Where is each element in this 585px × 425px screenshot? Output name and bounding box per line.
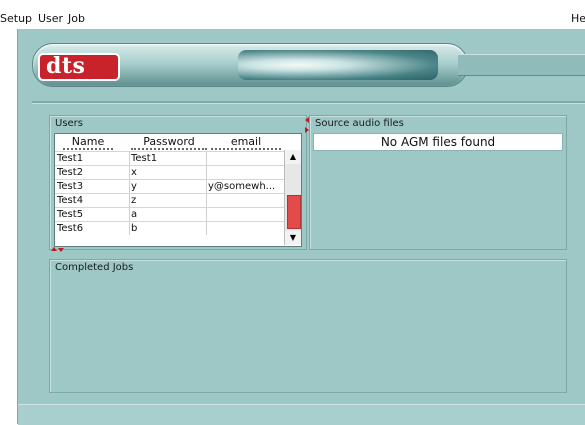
vertical-splitter-handle[interactable]	[305, 117, 309, 137]
cell-name: Test5	[55, 208, 130, 221]
app-window: dts Users Source audio files Completed J…	[17, 29, 585, 425]
menu-user[interactable]: User	[38, 12, 63, 25]
cell-password: b	[129, 222, 207, 235]
cell-name: Test2	[55, 166, 130, 179]
table-row[interactable]: Test1 Test1	[55, 151, 284, 165]
cell-password: Test1	[129, 152, 207, 165]
table-row[interactable]: Test4 z	[55, 193, 284, 207]
cell-name: Test3	[55, 180, 130, 193]
users-table[interactable]: Name Password email Test1 Test1 Test2 x …	[54, 133, 302, 247]
dts-logo: dts	[40, 53, 118, 79]
scrollbar-thumb[interactable]	[287, 195, 301, 229]
splitter-left-arrow-icon	[305, 117, 309, 123]
column-header-password[interactable]: Password	[131, 135, 207, 150]
table-row[interactable]: Test3 y y@somewh...	[55, 179, 284, 193]
users-table-scrollbar[interactable]: ▲ ▼	[284, 150, 301, 245]
table-row[interactable]: Test5 a	[55, 207, 284, 221]
cell-email	[206, 194, 284, 207]
cell-name: Test4	[55, 194, 130, 207]
menu-bar: Setup User Job He	[0, 0, 585, 26]
cell-email	[206, 166, 284, 179]
cell-password: a	[129, 208, 207, 221]
logo-text: dts	[46, 53, 86, 79]
table-row[interactable]: Test2 x	[55, 165, 284, 179]
no-files-message: No AGM files found	[380, 135, 496, 149]
menu-help[interactable]: He	[571, 12, 585, 25]
cell-email	[206, 208, 284, 221]
table-row[interactable]: Test6 b	[55, 221, 284, 235]
horizontal-splitter-handle[interactable]	[51, 247, 65, 253]
cell-password: y	[129, 180, 207, 193]
column-header-name[interactable]: Name	[63, 135, 113, 150]
splitter-up-arrow-icon	[51, 247, 57, 251]
cell-email: y@somewh...	[208, 181, 276, 192]
cell-password: z	[129, 194, 207, 207]
cell-email	[206, 222, 284, 235]
users-table-header: Name Password email	[55, 134, 301, 150]
menu-setup[interactable]: Setup	[0, 12, 32, 25]
splitter-right-arrow-icon	[305, 127, 309, 133]
source-files-title: Source audio files	[315, 118, 404, 129]
completed-jobs-title: Completed Jobs	[55, 262, 134, 273]
header-divider	[32, 101, 585, 104]
scroll-up-icon[interactable]: ▲	[285, 150, 301, 164]
banner-clouds-image	[238, 50, 438, 80]
source-files-list[interactable]: No AGM files found	[313, 133, 563, 151]
cell-password: x	[129, 166, 207, 179]
completed-jobs-group: Completed Jobs	[49, 259, 567, 393]
users-group-title: Users	[55, 118, 84, 129]
column-header-email[interactable]: email	[211, 135, 281, 150]
splitter-down-arrow-icon	[58, 248, 64, 252]
cell-name: Test6	[55, 222, 130, 235]
cell-email	[206, 152, 284, 165]
banner-extension	[458, 54, 585, 76]
cell-name: Test1	[55, 152, 130, 165]
status-strip	[18, 404, 585, 425]
scroll-down-icon[interactable]: ▼	[285, 231, 301, 245]
menu-job[interactable]: Job	[68, 12, 85, 25]
